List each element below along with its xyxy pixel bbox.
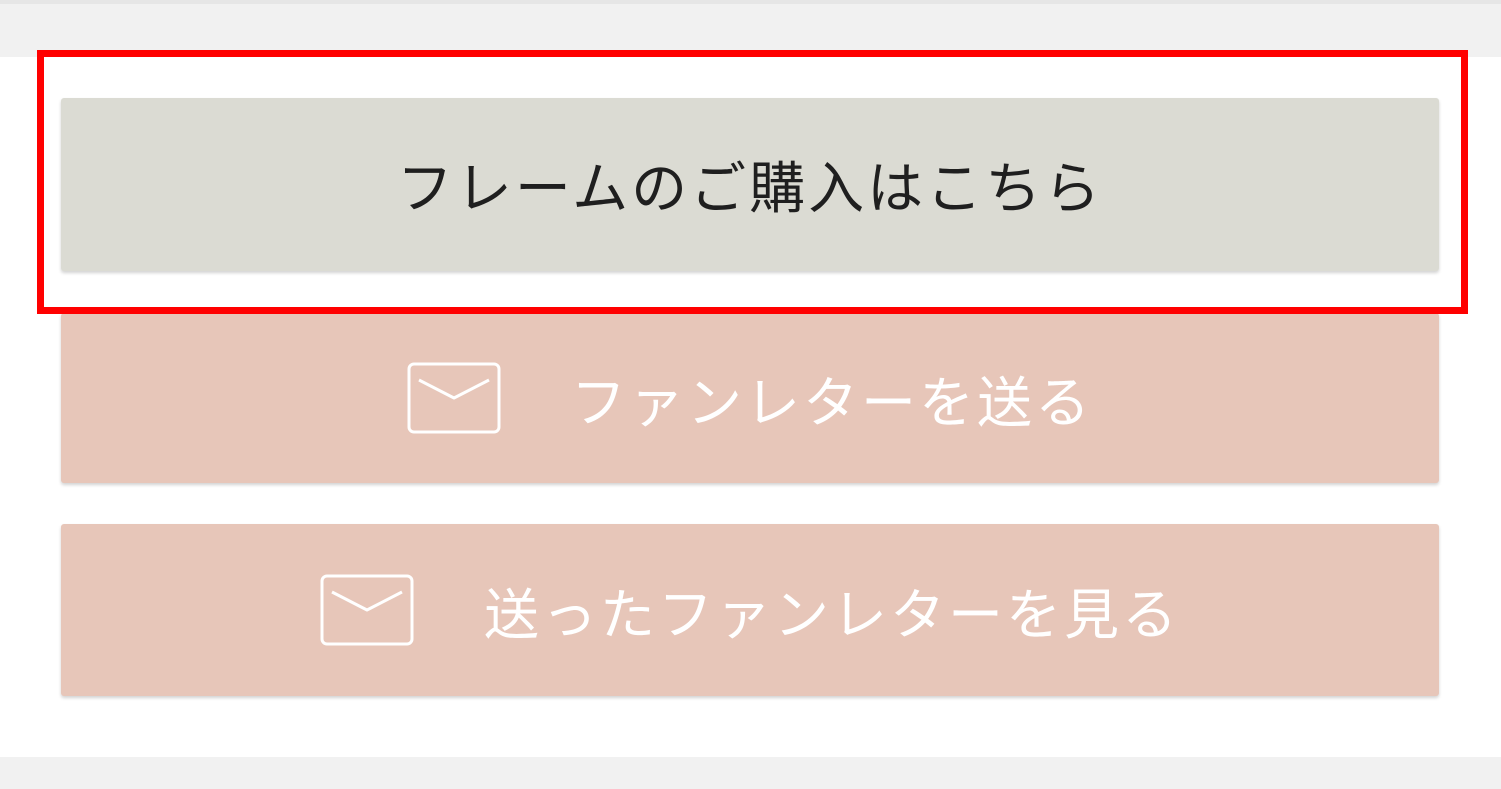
- envelope-icon: [320, 574, 414, 646]
- send-fanletter-label: ファンレターを送る: [570, 371, 1093, 435]
- top-divider: [0, 0, 1501, 4]
- view-sent-fanletters-label: 送ったファンレターを見る: [483, 583, 1180, 647]
- frame-purchase-label: フレームのご購入はこちら: [396, 157, 1104, 222]
- envelope-icon: [407, 362, 501, 434]
- view-sent-fanletters-button[interactable]: 送ったファンレターを見る: [61, 524, 1439, 696]
- send-fanletter-button[interactable]: ファンレターを送る: [61, 313, 1439, 483]
- frame-purchase-button[interactable]: フレームのご購入はこちら: [61, 98, 1439, 271]
- page: フレームのご購入はこちら ファンレターを送る 送ったファンレターを見る: [0, 0, 1501, 789]
